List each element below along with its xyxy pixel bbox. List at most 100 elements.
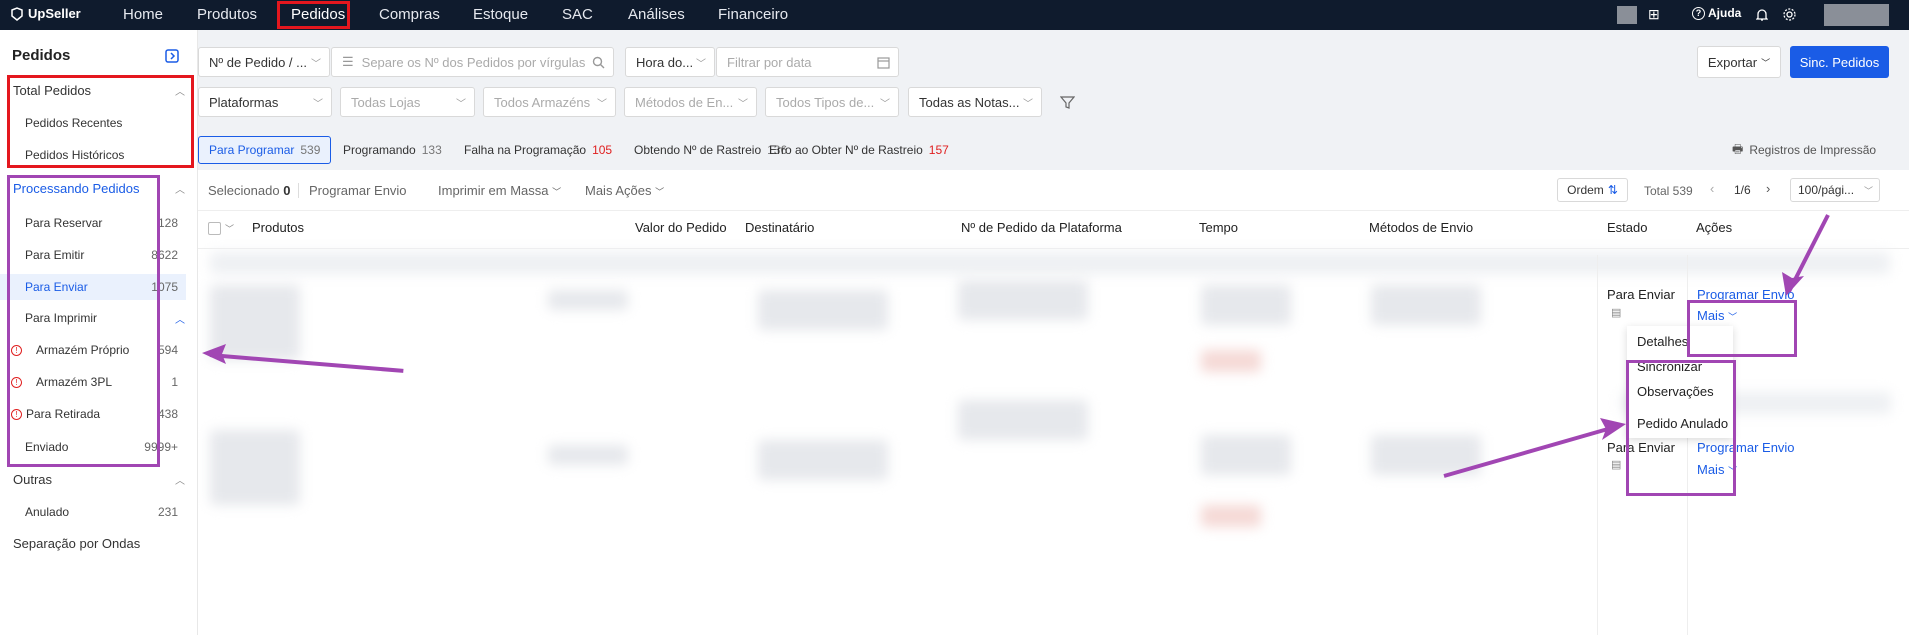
order-group-header xyxy=(210,252,1890,274)
order-search-placeholder: Separe os Nº dos Pedidos por vírgulas xyxy=(361,54,586,70)
sidebar-item-count: 594 xyxy=(157,343,178,357)
stores-value: Todas Lojas xyxy=(351,94,421,110)
sidebar-title: Pedidos xyxy=(12,47,71,64)
page-indicator: 1/6 xyxy=(1734,183,1751,197)
upseller-logo-icon xyxy=(11,6,23,21)
status-tabs: Para Programar 539 Programando 133 Falha n… xyxy=(198,133,1909,169)
gear-icon[interactable] xyxy=(1782,7,1797,22)
blurred-text xyxy=(1201,435,1291,475)
help-link[interactable]: ? Ajuda xyxy=(1692,6,1741,20)
chevron-up-icon: ︿ xyxy=(175,314,185,326)
notes-value: Todas as Notas... xyxy=(919,94,1020,110)
nav-financeiro[interactable]: Financeiro xyxy=(718,6,788,23)
user-avatar[interactable] xyxy=(1617,6,1637,24)
order-state: Para Enviar xyxy=(1607,287,1675,302)
menu-item-detalhes[interactable]: Detalhes xyxy=(1637,334,1688,349)
tab-para-programar[interactable]: Para Programar 539 xyxy=(198,136,332,164)
nav-compras[interactable]: Compras xyxy=(379,6,440,23)
order-search-input[interactable]: ☰ Separe os Nº dos Pedidos por vírgulas xyxy=(331,47,614,77)
tab-erro-rastreio[interactable]: Erro ao Obter Nº de Rastreio 157 xyxy=(759,136,959,164)
search-icon[interactable] xyxy=(592,56,605,69)
blurred-badge xyxy=(1201,350,1261,372)
main-content: Nº de Pedido / ... ﹀ ☰ Separe os Nº dos P… xyxy=(198,30,1909,635)
more-actions-button[interactable]: Mais Ações ﹀ xyxy=(585,183,664,198)
per-page-select[interactable]: 100/pági... ﹀ xyxy=(1790,178,1880,202)
sidebar-group-outras[interactable]: Outras ︿ xyxy=(0,466,186,492)
nav-analises[interactable]: Análises xyxy=(628,6,685,23)
filter-icon[interactable] xyxy=(1060,95,1075,110)
chevron-down-icon: ﹀ xyxy=(655,187,665,197)
types-select[interactable]: Todos Tipos de... ﹀ xyxy=(765,87,899,117)
nav-sac[interactable]: SAC xyxy=(562,6,593,23)
sort-order-button[interactable]: Ordem ⇅ xyxy=(1557,178,1628,202)
platforms-select[interactable]: Plataformas ﹀ xyxy=(198,87,332,117)
tab-programando[interactable]: Programando 133 xyxy=(333,136,452,164)
col-estado: Estado xyxy=(1607,220,1648,235)
select-all-checkbox[interactable] xyxy=(208,222,221,235)
platforms-value: Plataformas xyxy=(209,94,279,110)
collapse-sidebar-icon[interactable] xyxy=(165,49,179,63)
chevron-down-icon[interactable]: ﹀ xyxy=(225,222,234,235)
shipping-methods-select[interactable]: Métodos de En... ﹀ xyxy=(624,87,757,117)
chevron-down-icon: ﹀ xyxy=(311,58,321,70)
col-metodos-envio: Métodos de Envio xyxy=(1369,220,1474,235)
col-numero-pedido: Nº de Pedido da Plataforma xyxy=(961,220,1122,235)
note-icon[interactable]: ▤ xyxy=(1611,458,1621,471)
bell-icon[interactable] xyxy=(1756,8,1768,22)
arrowhead-icon xyxy=(1600,418,1626,440)
order-type-select[interactable]: Nº de Pedido / ... ﹀ xyxy=(198,47,330,77)
tab-label: Programando xyxy=(343,143,416,157)
nav-produtos[interactable]: Produtos xyxy=(197,6,257,23)
more-actions-label: Mais Ações xyxy=(585,183,652,198)
print-records-link[interactable]: 🖶 Registros de Impressão xyxy=(1722,136,1886,164)
chevron-up-icon: ︿ xyxy=(175,184,185,196)
arrowhead-icon xyxy=(202,344,226,364)
warehouses-value: Todos Armazéns xyxy=(494,94,591,110)
col-valor: Valor do Pedido xyxy=(635,220,727,235)
highlight-dropdown xyxy=(1626,360,1736,496)
chevron-down-icon: ﹀ xyxy=(880,98,890,110)
highlight-row-actions xyxy=(1687,300,1797,357)
col-acoes: Ações xyxy=(1696,220,1733,235)
sidebar-item-label: Separação por Ondas xyxy=(13,535,141,551)
time-type-select[interactable]: Hora do... ﹀ xyxy=(625,47,715,77)
tab-count: 157 xyxy=(928,143,949,157)
highlight-processando xyxy=(7,175,160,467)
bulk-print-button[interactable]: Imprimir em Massa ﹀ xyxy=(438,183,561,198)
column-divider xyxy=(1597,255,1598,635)
selected-count: Selecionado 0 xyxy=(208,183,290,198)
logo[interactable]: UpSeller xyxy=(10,6,81,21)
warehouses-select[interactable]: Todos Armazéns ﹀ xyxy=(483,87,616,117)
per-page-value: 100/pági... xyxy=(1798,183,1855,197)
sidebar-item-count: 128 xyxy=(157,216,178,230)
sidebar-item-anulado[interactable]: Anulado 231 xyxy=(0,499,186,525)
schedule-shipping-button[interactable]: Programar Envio xyxy=(298,183,407,198)
export-button[interactable]: Exportar ﹀ xyxy=(1697,46,1781,78)
export-label: Exportar xyxy=(1707,54,1758,70)
order-type-value: Nº de Pedido / ... xyxy=(209,54,307,70)
stores-select[interactable]: Todas Lojas ﹀ xyxy=(340,87,475,117)
apps-grid-icon[interactable]: ⊞ xyxy=(1648,6,1660,23)
sidebar-item-ondas[interactable]: Separação por Ondas xyxy=(0,530,186,556)
prev-page-icon[interactable]: ‹ xyxy=(1710,181,1714,196)
date-filter-input[interactable]: Filtrar por data xyxy=(716,47,899,77)
nav-estoque[interactable]: Estoque xyxy=(473,6,528,23)
chevron-down-icon: ﹀ xyxy=(552,187,562,197)
chevron-up-icon: ︿ xyxy=(175,475,185,487)
selected-label: Selecionado xyxy=(208,183,280,198)
notes-select[interactable]: Todas as Notas... ﹀ xyxy=(908,87,1042,117)
printer-icon: 🖶 xyxy=(1732,141,1744,156)
next-page-icon[interactable]: › xyxy=(1766,181,1770,196)
arrowhead-icon xyxy=(1782,272,1804,296)
types-value: Todos Tipos de... xyxy=(776,94,875,110)
selected-number: 0 xyxy=(283,183,291,198)
chevron-down-icon: ﹀ xyxy=(313,98,323,110)
tab-falha[interactable]: Falha na Programação 105 xyxy=(454,136,622,164)
col-produtos: Produtos xyxy=(252,220,305,235)
sidebar-item-count: 438 xyxy=(157,407,178,421)
col-destinatario: Destinatário xyxy=(745,220,815,235)
account-menu[interactable] xyxy=(1824,4,1889,26)
sync-orders-button[interactable]: Sinc. Pedidos xyxy=(1790,46,1889,78)
nav-home[interactable]: Home xyxy=(123,6,163,23)
note-icon[interactable]: ▤ xyxy=(1611,306,1621,319)
